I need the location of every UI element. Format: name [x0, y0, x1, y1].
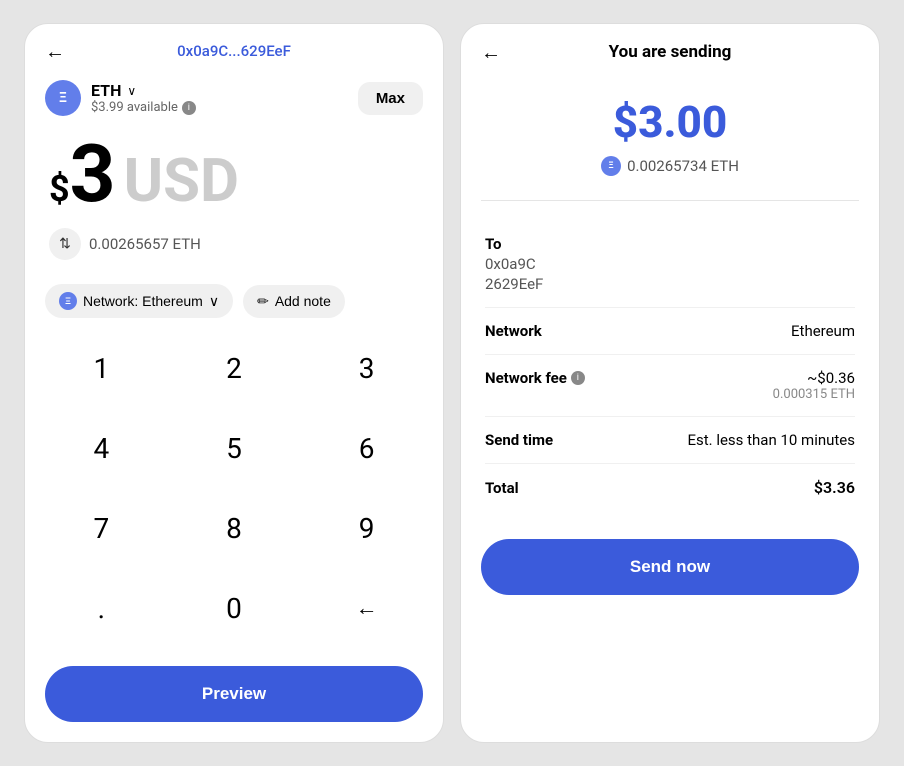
total-row: Total $3.36 — [485, 464, 855, 511]
controls-row: Ξ Network: Ethereum ∨ ✏ Add note — [25, 276, 443, 334]
numpad-7[interactable]: 7 — [35, 494, 168, 562]
details-section: To 0x0a9C 2629EeF Network Ethereum Netwo… — [461, 205, 879, 527]
numpad: 1 2 3 4 5 6 7 8 9 . 0 ← — [25, 334, 443, 654]
fee-label-row: Network fee i — [485, 369, 585, 387]
send-screen-left: ← 0x0a9C...629EeF Ξ ETH ∨ $3.99 availabl… — [24, 23, 444, 743]
send-amount-section: $3.00 Ξ 0.00265734 ETH — [461, 72, 879, 196]
numpad-0[interactable]: 0 — [168, 574, 301, 642]
swap-currency-button[interactable]: ⇅ — [49, 228, 81, 260]
to-label: To — [485, 235, 855, 253]
network-detail-value: Ethereum — [791, 322, 855, 340]
send-confirmation-screen: ← You are sending $3.00 Ξ 0.00265734 ETH… — [460, 23, 880, 743]
send-time-label: Send time — [485, 431, 553, 449]
right-header: ← You are sending — [461, 24, 879, 72]
numpad-1[interactable]: 1 — [35, 334, 168, 402]
to-address-line2: 2629EeF — [485, 275, 855, 293]
numpad-6[interactable]: 6 — [300, 414, 433, 482]
confirmation-title: You are sending — [609, 42, 732, 62]
send-amount-usd: $3.00 — [481, 96, 859, 148]
token-row: Ξ ETH ∨ $3.99 available i Max — [25, 70, 443, 124]
balance-info-icon[interactable]: i — [182, 101, 196, 115]
max-button[interactable]: Max — [358, 82, 423, 115]
send-time-row: Send time Est. less than 10 minutes — [485, 417, 855, 464]
network-eth-icon: Ξ — [59, 292, 77, 310]
total-label: Total — [485, 479, 519, 497]
dollar-sign: $ — [49, 168, 70, 210]
numpad-4[interactable]: 4 — [35, 414, 168, 482]
numpad-5[interactable]: 5 — [168, 414, 301, 482]
swap-icon: ⇅ — [59, 236, 71, 252]
eth-icon: Ξ — [45, 80, 81, 116]
preview-button[interactable]: Preview — [45, 666, 423, 722]
add-note-button[interactable]: ✏ Add note — [243, 285, 345, 318]
send-amount-eth: 0.00265734 ETH — [627, 157, 739, 175]
fee-row: Network fee i ~$0.36 0.000315 ETH — [485, 355, 855, 417]
amount-currency: USD — [124, 145, 240, 216]
to-row: To 0x0a9C 2629EeF — [485, 221, 855, 308]
send-amount-eth-row: Ξ 0.00265734 ETH — [481, 156, 859, 176]
small-eth-icon: Ξ — [601, 156, 621, 176]
network-row: Network Ethereum — [485, 308, 855, 355]
left-header: ← 0x0a9C...629EeF — [25, 24, 443, 70]
numpad-3[interactable]: 3 — [300, 334, 433, 402]
network-label: Network: Ethereum — [83, 293, 203, 309]
numpad-9[interactable]: 9 — [300, 494, 433, 562]
token-balance: $3.99 available i — [91, 100, 196, 115]
pencil-icon: ✏ — [257, 293, 269, 310]
token-info[interactable]: Ξ ETH ∨ $3.99 available i — [45, 80, 196, 116]
token-chevron-icon: ∨ — [127, 84, 136, 98]
back-button-left[interactable]: ← — [45, 39, 65, 64]
eth-equivalent: 0.00265657 ETH — [89, 235, 201, 253]
fee-eth-value: 0.000315 ETH — [773, 387, 855, 402]
numpad-dot[interactable]: . — [35, 574, 168, 642]
token-name: ETH — [91, 81, 121, 100]
fee-value-group: ~$0.36 0.000315 ETH — [773, 369, 855, 402]
eth-equiv-row: ⇅ 0.00265657 ETH — [25, 220, 443, 276]
amount-display: $ 3 USD — [25, 124, 443, 220]
network-chevron-icon: ∨ — [209, 293, 219, 310]
fee-usd-value: ~$0.36 — [807, 369, 855, 387]
numpad-2[interactable]: 2 — [168, 334, 301, 402]
fee-label: Network fee — [485, 369, 567, 387]
network-detail-label: Network — [485, 322, 542, 340]
total-value: $3.36 — [814, 478, 855, 497]
to-address-line1: 0x0a9C — [485, 255, 855, 273]
network-button[interactable]: Ξ Network: Ethereum ∨ — [45, 284, 233, 318]
recipient-address[interactable]: 0x0a9C...629EeF — [177, 42, 291, 60]
fee-info-icon[interactable]: i — [571, 371, 585, 385]
numpad-backspace[interactable]: ← — [300, 574, 433, 642]
add-note-label: Add note — [275, 293, 331, 309]
amount-number: 3 — [70, 134, 116, 214]
numpad-8[interactable]: 8 — [168, 494, 301, 562]
send-time-value: Est. less than 10 minutes — [687, 431, 855, 449]
divider — [481, 200, 859, 201]
back-button-right[interactable]: ← — [481, 40, 501, 65]
send-now-button[interactable]: Send now — [481, 539, 859, 595]
